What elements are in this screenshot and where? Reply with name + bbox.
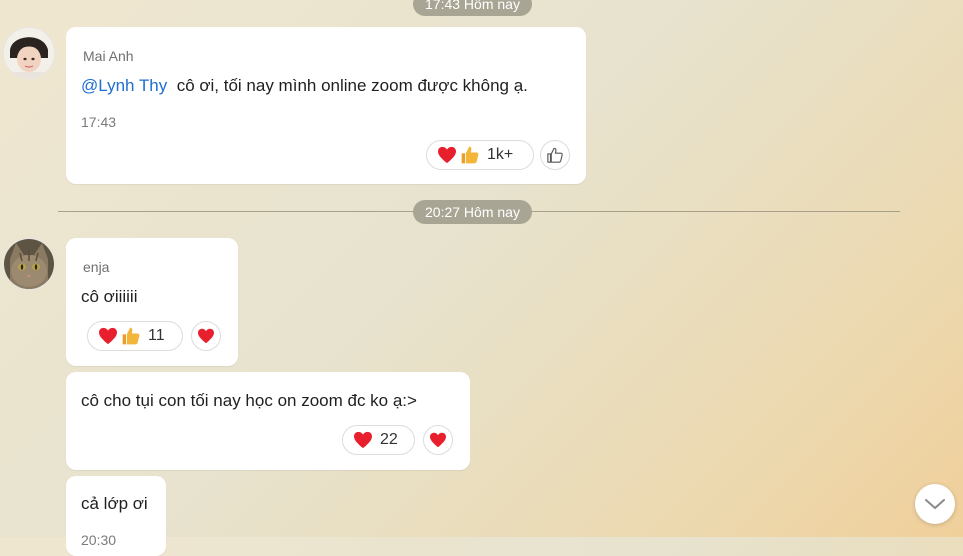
scroll-to-bottom-button[interactable] [915,484,955,524]
heart-icon [354,431,372,449]
add-reaction-button[interactable] [191,321,221,351]
add-reaction-button[interactable] [423,425,453,455]
thumbs-up-outline-icon [547,147,563,163]
message-body: cô ơi, tối nay mình online zoom được khô… [176,76,528,95]
message-bubble[interactable]: enja cô ơiiiiii 11 [66,238,238,366]
time-separator: 20:27 Hôm nay [413,200,532,224]
avatar[interactable] [3,27,55,79]
message-text: cô ơiiiiii [81,287,138,306]
message-time: 20:30 [81,532,117,548]
chevron-down-icon [925,499,945,509]
chat-view: 17:43 Hôm nay Mai Anh @Lynh Thy cô ơi, t… [0,0,963,556]
reaction-count: 22 [380,431,398,448]
message-text: cả lớp ơi [81,494,148,513]
message-text: cô cho tụi con tối nay học on zoom đc ko… [81,391,417,410]
message-time: 17:43 [81,114,117,130]
add-reaction-button[interactable] [540,140,570,170]
mention-link[interactable]: @Lynh Thy [81,76,167,95]
message-bubble[interactable]: cô cho tụi con tối nay học on zoom đc ko… [66,372,470,470]
reaction-summary[interactable]: 1k+ [426,140,534,170]
heart-icon [99,327,117,345]
message-bubble[interactable]: Mai Anh @Lynh Thy cô ơi, tối nay mình on… [66,27,586,184]
reaction-summary[interactable]: 22 [342,425,415,455]
message-bubble[interactable]: cả lớp ơi 20:30 [66,476,166,556]
avatar[interactable] [3,238,55,290]
heart-icon [438,146,456,164]
thumbs-up-icon [122,327,140,345]
sender-name[interactable]: Mai Anh [83,48,134,64]
time-separator: 17:43 Hôm nay [413,0,532,16]
heart-icon [198,328,214,344]
reaction-count: 11 [148,327,165,344]
sender-name[interactable]: enja [83,259,109,275]
reaction-count: 1k+ [487,146,514,163]
thumbs-up-icon [461,146,479,164]
message-text: @Lynh Thy cô ơi, tối nay mình online zoo… [81,76,528,96]
heart-icon [430,432,446,448]
reaction-summary[interactable]: 11 [87,321,183,351]
